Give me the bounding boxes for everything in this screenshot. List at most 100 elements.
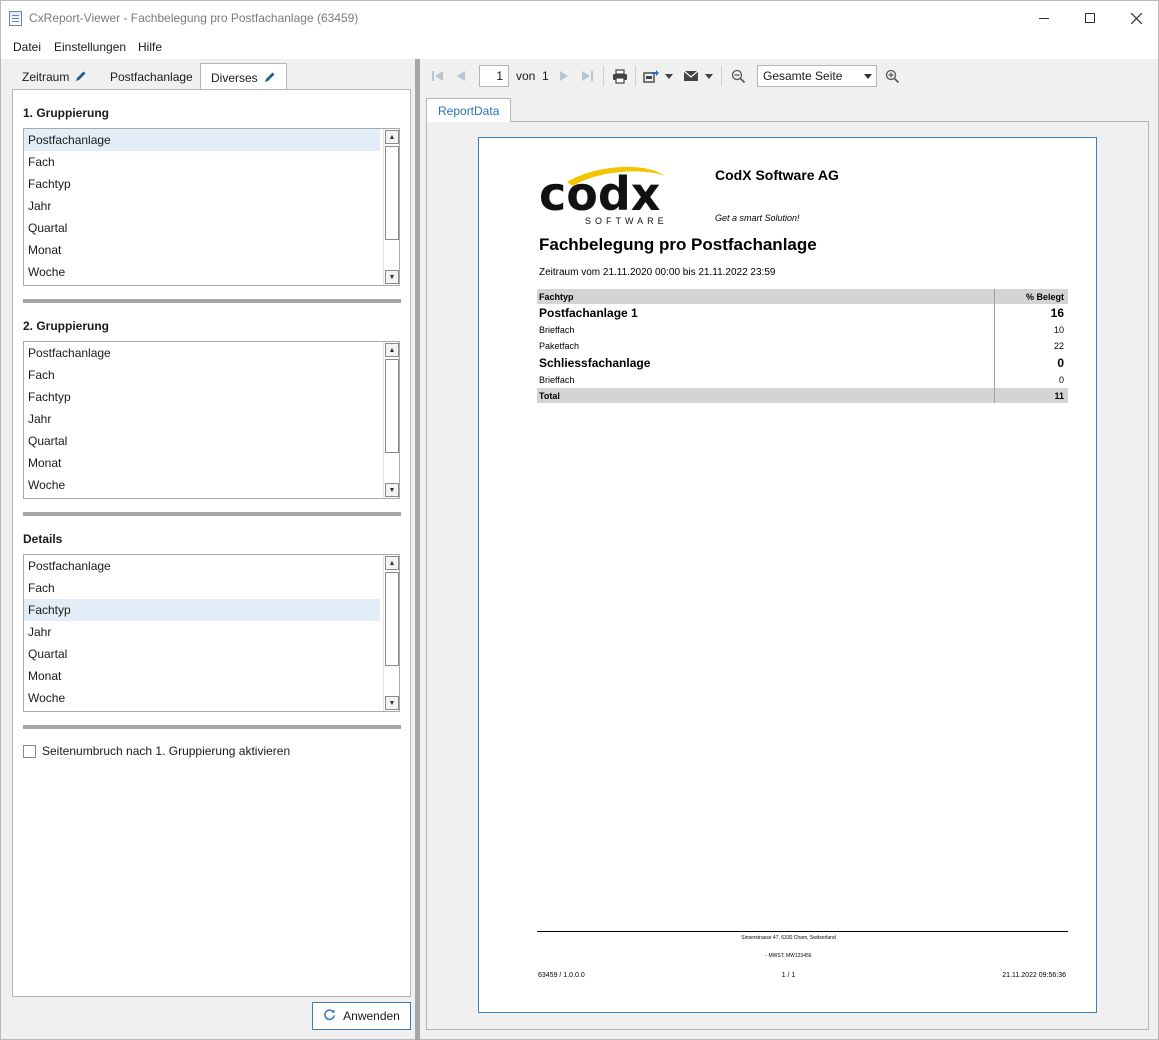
scrollbar[interactable]: ▲ ▼ <box>383 555 399 711</box>
scroll-up-icon[interactable]: ▲ <box>385 130 399 144</box>
table-row: Paketfach 22 <box>537 338 1068 354</box>
scroll-down-icon[interactable]: ▼ <box>385 270 399 284</box>
tab-reportdata[interactable]: ReportData <box>426 98 511 122</box>
footer-address: Sinserstrasse 47, 6330 Cham, Switzerland <box>741 935 836 941</box>
first-page-icon[interactable] <box>429 67 447 85</box>
list-item[interactable]: Jahr <box>24 195 380 217</box>
table-group-row: Postfachanlage 1 16 <box>537 304 1068 322</box>
window-title: CxReport-Viewer - Fachbelegung pro Postf… <box>29 11 359 25</box>
list-item[interactable]: Fachtyp <box>24 386 380 408</box>
tab-label: Postfachanlage <box>110 70 193 84</box>
item-value: 10 <box>1053 325 1064 335</box>
menu-einstellungen[interactable]: Einstellungen <box>54 40 126 54</box>
list-item[interactable]: Monat <box>24 452 380 474</box>
item-value: 22 <box>1053 341 1064 351</box>
last-page-icon[interactable] <box>578 67 596 85</box>
apply-label: Anwenden <box>343 1009 400 1023</box>
list-item[interactable]: Fach <box>24 364 380 386</box>
list-item[interactable]: Fachtyp <box>24 173 380 195</box>
footer-timestamp: 21.11.2022 09:56:36 <box>1002 972 1066 979</box>
list-item[interactable]: Monat <box>24 239 380 261</box>
menu-bar: Datei Einstellungen Hilfe <box>1 35 1158 59</box>
menu-datei[interactable]: Datei <box>13 40 41 54</box>
scroll-down-icon[interactable]: ▼ <box>385 696 399 710</box>
report-range: Zeitraum vom 21.11.2020 00:00 bis 21.11.… <box>539 267 776 278</box>
apply-button[interactable]: Anwenden <box>312 1002 411 1030</box>
of-label: von <box>516 69 536 83</box>
list-item[interactable]: Monat <box>24 665 380 687</box>
title-bar: CxReport-Viewer - Fachbelegung pro Postf… <box>1 1 1158 35</box>
codx-logo: codx SOFTWARE <box>539 166 665 226</box>
scroll-down-icon[interactable]: ▼ <box>385 483 399 497</box>
print-icon[interactable] <box>611 67 629 85</box>
list-item[interactable]: Fachtyp <box>24 599 380 621</box>
scroll-thumb[interactable] <box>385 359 399 453</box>
list-item[interactable]: Quartal <box>24 217 380 239</box>
mail-dropdown-icon[interactable] <box>703 67 715 85</box>
scroll-thumb[interactable] <box>385 572 399 666</box>
list-item[interactable]: Jahr <box>24 408 380 430</box>
close-icon <box>1130 12 1142 24</box>
zoom-value: Gesamte Seite <box>763 69 843 83</box>
tab-label: Zeitraum <box>22 70 70 84</box>
list-item[interactable]: Jahr <box>24 621 380 643</box>
previous-page-icon[interactable] <box>452 67 470 85</box>
zoom-select[interactable]: Gesamte Seite <box>757 65 877 87</box>
group-name: Postfachanlage 1 <box>539 306 638 320</box>
zoom-in-icon[interactable] <box>883 67 901 85</box>
company-name: CodX Software AG <box>715 167 839 183</box>
panel-splitter[interactable] <box>415 59 420 1040</box>
mail-icon[interactable] <box>682 67 700 85</box>
group-value: 0 <box>1057 356 1064 370</box>
page-number-input[interactable]: 1 <box>479 65 509 87</box>
list-item[interactable]: Woche <box>24 687 380 709</box>
item-name: Brieffach <box>539 325 575 335</box>
footer-divider <box>537 931 1068 932</box>
tab-postfachanlage[interactable]: Postfachanlage <box>100 63 203 90</box>
scroll-thumb[interactable] <box>385 146 399 240</box>
list-item[interactable]: Fach <box>24 151 380 173</box>
grouping-1-listbox[interactable]: Postfachanlage Fach Fachtyp Jahr Quartal… <box>23 128 400 286</box>
group-value: 16 <box>1050 306 1064 320</box>
details-listbox[interactable]: Postfachanlage Fach Fachtyp Jahr Quartal… <box>23 554 400 712</box>
item-name: Brieffach <box>539 375 575 385</box>
tab-diverses[interactable]: Diverses <box>200 63 287 91</box>
scroll-up-icon[interactable]: ▲ <box>385 343 399 357</box>
minimize-button[interactable] <box>1021 1 1067 35</box>
menu-hilfe[interactable]: Hilfe <box>138 40 162 54</box>
list-item[interactable]: Quartal <box>24 430 380 452</box>
grouping-2-listbox[interactable]: Postfachanlage Fach Fachtyp Jahr Quartal… <box>23 341 400 499</box>
toolbar-separator <box>603 66 604 86</box>
tab-label: Diverses <box>211 71 258 85</box>
list-item[interactable]: Postfachanlage <box>24 342 380 364</box>
page-break-label: Seitenumbruch nach 1. Gruppierung aktivi… <box>42 744 291 758</box>
export-icon[interactable] <box>642 67 660 85</box>
list-item[interactable]: Woche <box>24 474 380 496</box>
minimize-icon <box>1039 17 1049 19</box>
total-label: Total <box>539 391 560 401</box>
page-break-checkbox[interactable] <box>23 744 36 758</box>
list-item[interactable]: Woche <box>24 261 380 283</box>
list-item[interactable]: Postfachanlage <box>24 129 380 151</box>
close-button[interactable] <box>1113 1 1159 35</box>
export-dropdown-icon[interactable] <box>663 67 675 85</box>
page-break-option[interactable]: Seitenumbruch nach 1. Gruppierung aktivi… <box>23 743 290 759</box>
group-title: Details <box>23 532 63 546</box>
item-value: 0 <box>1058 375 1064 385</box>
scrollbar[interactable]: ▲ ▼ <box>383 129 399 285</box>
list-item[interactable]: Postfachanlage <box>24 555 380 577</box>
group-title: 1. Gruppierung <box>23 106 110 120</box>
report-table: Fachtyp % Belegt Postfachanlage 1 16 Bri… <box>537 289 1068 403</box>
table-header: Fachtyp % Belegt <box>537 289 1068 304</box>
maximize-button[interactable] <box>1067 1 1113 35</box>
scrollbar[interactable]: ▲ ▼ <box>383 342 399 498</box>
footer-vat: - MWST: MW123456 <box>765 953 812 959</box>
zoom-out-icon[interactable] <box>729 67 747 85</box>
list-item[interactable]: Fach <box>24 577 380 599</box>
section-divider <box>23 512 401 516</box>
next-page-icon[interactable] <box>555 67 573 85</box>
tab-zeitraum[interactable]: Zeitraum <box>12 63 97 90</box>
maximize-icon <box>1085 13 1095 23</box>
scroll-up-icon[interactable]: ▲ <box>385 556 399 570</box>
list-item[interactable]: Quartal <box>24 643 380 665</box>
